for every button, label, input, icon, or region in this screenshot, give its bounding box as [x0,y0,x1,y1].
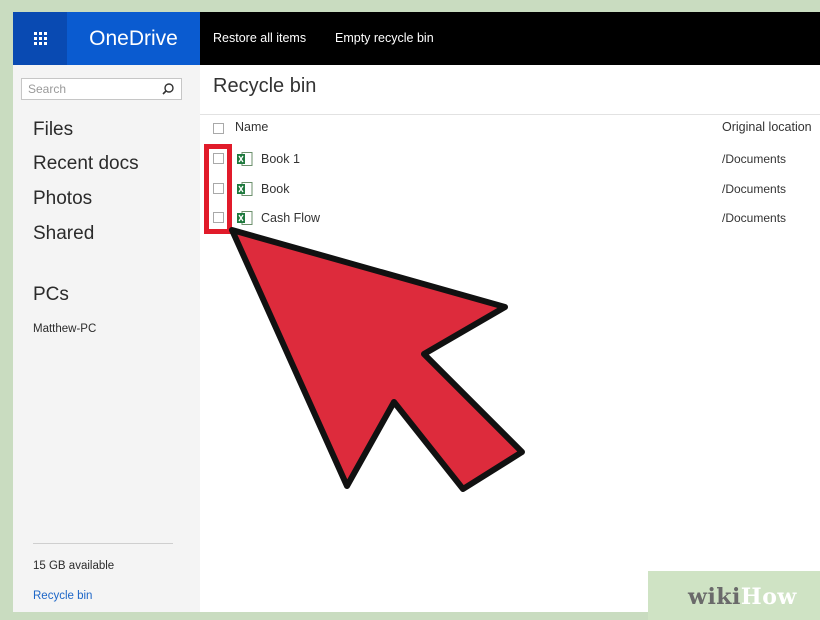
page-title: Recycle bin [213,75,317,97]
search-icon[interactable] [161,82,175,96]
sidebar-item-shared[interactable]: Shared [33,223,94,245]
wikihow-watermark: wikiHow [688,584,797,610]
onedrive-logo[interactable]: OneDrive [67,12,200,65]
file-location: /Documents [722,211,787,225]
empty-recycle-bin-button[interactable]: Empty recycle bin [335,12,434,65]
excel-file-icon [237,211,253,225]
file-location: /Documents [722,182,787,196]
sidebar-item-pc[interactable]: Matthew-PC [33,323,96,335]
checkbox-highlight-box [204,144,232,234]
sidebar-item-recent-docs[interactable]: Recent docs [33,153,139,175]
select-all-checkbox[interactable] [213,123,224,134]
storage-status: 15 GB available [33,560,115,572]
sidebar: Search Files Recent docs Photos Shared P… [13,65,200,612]
file-name[interactable]: Book [261,182,290,196]
sidebar-divider [33,543,173,544]
excel-file-icon [237,152,253,166]
file-location: /Documents [722,152,787,166]
restore-all-items-button[interactable]: Restore all items [213,12,306,65]
file-name[interactable]: Book 1 [261,152,300,166]
file-name[interactable]: Cash Flow [261,211,320,225]
header-divider [200,114,820,115]
sidebar-item-files[interactable]: Files [33,119,73,141]
top-bar: OneDrive Restore all items Empty recycle… [13,12,820,65]
app-launcher-icon[interactable] [13,12,67,65]
column-header-name[interactable]: Name [235,120,268,134]
pcs-heading: PCs [33,284,69,305]
column-header-location[interactable]: Original location [722,120,812,134]
search-input[interactable]: Search [21,78,182,100]
excel-file-icon [237,182,253,196]
sidebar-item-photos[interactable]: Photos [33,188,92,210]
search-placeholder: Search [28,82,67,96]
onedrive-window: OneDrive Restore all items Empty recycle… [13,12,820,612]
recycle-bin-link[interactable]: Recycle bin [33,590,92,602]
